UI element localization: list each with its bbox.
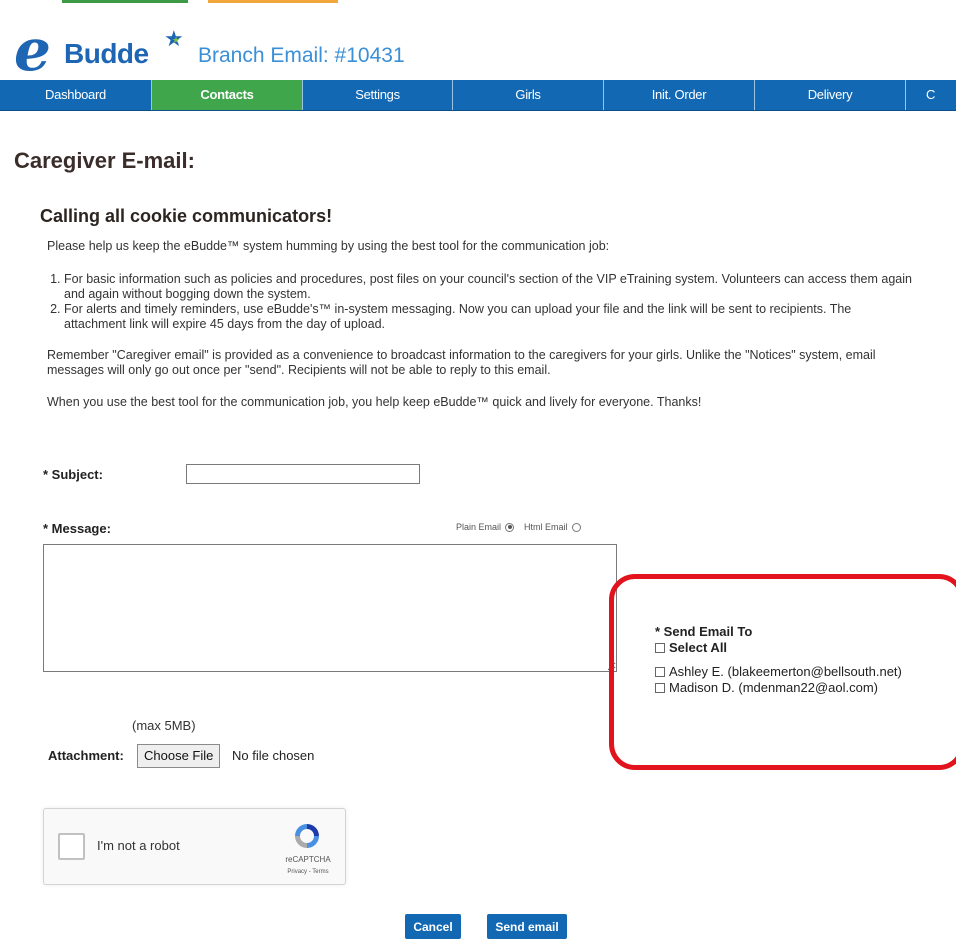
recaptcha-widget: I'm not a robot reCAPTCHA Privacy - Term…	[43, 808, 346, 885]
nav-settings[interactable]: Settings	[303, 80, 453, 110]
send-to-label: * Send Email To	[655, 624, 753, 639]
recipient-row[interactable]: Madison D. (mdenman22@aol.com)	[655, 680, 902, 696]
nav-girls[interactable]: Girls	[453, 80, 604, 110]
list-item: For alerts and timely reminders, use eBu…	[64, 302, 914, 332]
recaptcha-links[interactable]: Privacy - Terms	[280, 869, 336, 875]
recipient-label: Madison D. (mdenman22@aol.com)	[669, 680, 879, 695]
recaptcha-icon	[295, 824, 319, 848]
recaptcha-checkbox[interactable]	[58, 833, 85, 860]
recaptcha-text: I'm not a robot	[97, 838, 180, 853]
attachment-label: Attachment:	[48, 748, 124, 763]
plain-email-radio[interactable]	[505, 522, 515, 532]
select-all-checkbox[interactable]	[655, 643, 665, 653]
email-format-options: Plain Email Html Email	[456, 522, 581, 532]
logo-e: e	[14, 16, 51, 84]
message-textarea[interactable]	[43, 544, 617, 672]
logo-text: Budde	[64, 38, 149, 69]
main-nav: Dashboard Contacts Settings Girls Init. …	[0, 80, 956, 111]
top-tab-orange[interactable]	[208, 0, 338, 3]
plain-email-label: Plain Email	[456, 522, 502, 532]
nav-cookie-cupboard[interactable]: C	[906, 80, 956, 110]
send-email-button[interactable]: Send email	[487, 914, 567, 939]
recipient-row[interactable]: Ashley E. (blakeemerton@bellsouth.net)	[655, 664, 902, 680]
max-size-hint: (max 5MB)	[132, 718, 196, 733]
subject-input[interactable]	[186, 464, 420, 484]
ebudde-logo: e Budde ★ ★	[14, 16, 184, 84]
nav-init-order[interactable]: Init. Order	[604, 80, 755, 110]
nav-contacts[interactable]: Contacts	[152, 80, 303, 110]
branch-title: Branch Email: #10431	[198, 44, 405, 67]
send-to-panel: * Send Email To Select All Ashley E. (bl…	[655, 624, 902, 696]
choose-file-button[interactable]: Choose File	[137, 744, 221, 768]
html-email-radio[interactable]	[571, 522, 581, 532]
subject-label: * Subject:	[43, 467, 103, 482]
recaptcha-brand: reCAPTCHA	[285, 855, 331, 864]
recipient-label: Ashley E. (blakeemerton@bellsouth.net)	[669, 664, 902, 679]
list-item: For basic information such as policies a…	[64, 272, 914, 302]
intro-text: Please help us keep the eBudde™ system h…	[47, 239, 610, 253]
small-star-icon: ★	[172, 35, 181, 45]
page-title: Caregiver E-mail:	[14, 148, 195, 173]
recipient-checkbox[interactable]	[655, 667, 665, 677]
tips-list: For basic information such as policies a…	[34, 272, 914, 332]
select-all-row[interactable]: Select All	[655, 640, 902, 656]
no-file-text: No file chosen	[232, 748, 315, 763]
message-label: * Message:	[43, 521, 111, 536]
select-all-label: Select All	[669, 640, 728, 655]
html-email-label: Html Email	[524, 522, 568, 532]
nav-dashboard[interactable]: Dashboard	[0, 80, 152, 110]
nav-delivery[interactable]: Delivery	[755, 80, 906, 110]
recipient-checkbox[interactable]	[655, 683, 665, 693]
section-title: Calling all cookie communicators!	[40, 206, 333, 226]
cancel-button[interactable]: Cancel	[405, 914, 461, 939]
caregiver-note: Remember "Caregiver email" is provided a…	[47, 348, 876, 377]
top-tab-green[interactable]	[62, 0, 188, 3]
thanks-note: When you use the best tool for the commu…	[47, 395, 702, 409]
